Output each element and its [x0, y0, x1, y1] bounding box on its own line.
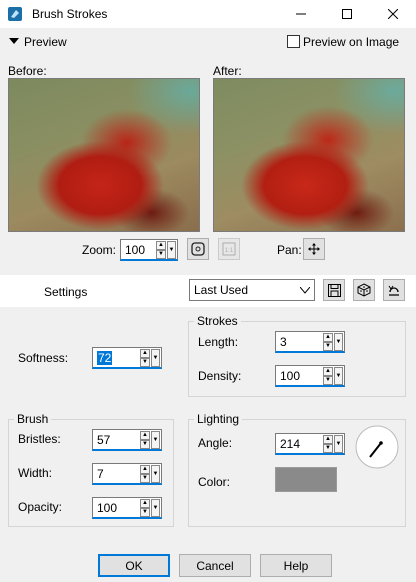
width-label: Width: — [18, 466, 53, 480]
svg-text:1:1: 1:1 — [225, 248, 234, 254]
density-dropdown-icon[interactable]: ▼ — [334, 367, 343, 385]
brush-title: Brush — [14, 412, 52, 426]
zoom-actual-size-icon: 1:1 — [222, 242, 236, 256]
softness-label: Softness: — [18, 351, 69, 365]
preset-dropdown[interactable]: Last Used — [189, 279, 315, 301]
zoom-up-arrow-icon[interactable]: ▲ — [156, 241, 166, 250]
after-label: After: — [213, 64, 242, 78]
maximize-button[interactable] — [324, 0, 370, 28]
length-spinbox[interactable]: 3 ▲ ▼ ▼ — [275, 331, 345, 353]
angle-dropdown-icon[interactable]: ▼ — [334, 435, 343, 453]
opacity-up-arrow-icon[interactable]: ▲ — [140, 499, 150, 508]
bristles-label: Bristles: — [18, 432, 61, 446]
color-label: Color: — [198, 475, 231, 489]
angle-spinbox[interactable]: 214 ▲ ▼ ▼ — [275, 433, 345, 455]
length-up-arrow-icon[interactable]: ▲ — [323, 333, 333, 342]
maximize-icon — [342, 9, 352, 19]
softness-dropdown-icon[interactable]: ▼ — [151, 349, 160, 367]
app-icon — [8, 7, 22, 21]
opacity-dropdown-icon[interactable]: ▼ — [151, 499, 160, 517]
preview-toggle[interactable] — [9, 38, 19, 44]
zoom-fit-button[interactable] — [187, 238, 209, 260]
density-up-arrow-icon[interactable]: ▲ — [323, 367, 333, 376]
collapse-triangle-icon — [9, 38, 19, 44]
bristles-dropdown-icon[interactable]: ▼ — [151, 431, 160, 449]
lighting-title: Lighting — [194, 412, 243, 426]
density-down-arrow-icon[interactable]: ▼ — [323, 376, 333, 385]
length-value[interactable]: 3 — [280, 335, 287, 349]
angle-dial-icon[interactable] — [354, 424, 400, 470]
preview-label[interactable]: Preview — [24, 35, 67, 49]
angle-label: Angle: — [198, 436, 233, 450]
close-icon — [388, 9, 398, 19]
bristles-value[interactable]: 57 — [97, 433, 110, 447]
title-bar: Brush Strokes — [0, 0, 416, 28]
settings-label: Settings — [44, 285, 88, 299]
chevron-down-icon — [300, 287, 310, 294]
width-spinbox[interactable]: 7 ▲ ▼ ▼ — [92, 463, 162, 485]
dice-icon — [357, 283, 371, 297]
window-title: Brush Strokes — [32, 7, 108, 21]
length-down-arrow-icon[interactable]: ▼ — [323, 342, 333, 351]
preview-bar: Preview Preview on Image — [0, 28, 416, 54]
softness-spinbox[interactable]: 72 ▲ ▼ ▼ — [92, 347, 162, 369]
density-label: Density: — [198, 369, 242, 383]
zoom-label: Zoom: — [82, 243, 117, 257]
ok-button[interactable]: OK — [98, 554, 170, 577]
preview-on-image-label[interactable]: Preview on Image — [303, 35, 399, 49]
length-label: Length: — [198, 335, 239, 349]
angle-value[interactable]: 214 — [280, 437, 300, 451]
softness-up-arrow-icon[interactable]: ▲ — [140, 349, 150, 358]
width-up-arrow-icon[interactable]: ▲ — [140, 465, 150, 474]
bristles-up-arrow-icon[interactable]: ▲ — [140, 431, 150, 440]
zoom-value[interactable]: 100 — [125, 243, 145, 257]
softness-value[interactable]: 72 — [97, 351, 113, 365]
zoom-dropdown-icon[interactable]: ▼ — [167, 241, 176, 259]
density-spinbox[interactable]: 100 ▲ ▼ ▼ — [275, 365, 345, 387]
zoom-down-arrow-icon[interactable]: ▼ — [156, 250, 166, 259]
width-down-arrow-icon[interactable]: ▼ — [140, 474, 150, 483]
length-dropdown-icon[interactable]: ▼ — [334, 333, 343, 351]
strokes-title: Strokes — [194, 314, 241, 328]
pan-label: Pan: — [277, 243, 302, 257]
zoom-fit-icon — [191, 242, 205, 256]
randomize-button[interactable] — [353, 279, 375, 301]
angle-up-arrow-icon[interactable]: ▲ — [323, 435, 333, 444]
reset-icon — [388, 285, 399, 296]
width-value[interactable]: 7 — [97, 467, 104, 481]
bristles-spinbox[interactable]: 57 ▲ ▼ ▼ — [92, 429, 162, 451]
pan-button[interactable] — [303, 238, 325, 260]
preset-value: Last Used — [194, 283, 249, 297]
zoom-100-button[interactable]: 1:1 — [218, 238, 240, 260]
after-preview-image[interactable] — [213, 78, 405, 232]
minimize-button[interactable] — [278, 0, 324, 28]
reset-button[interactable] — [383, 279, 405, 301]
softness-down-arrow-icon[interactable]: ▼ — [140, 358, 150, 367]
preview-on-image-checkbox[interactable] — [287, 35, 300, 48]
save-icon — [327, 283, 341, 297]
help-button[interactable]: Help — [260, 554, 332, 577]
close-button[interactable] — [370, 0, 416, 28]
minimize-icon — [296, 13, 306, 15]
move-arrows-icon — [308, 243, 320, 255]
before-preview-image[interactable] — [8, 78, 200, 232]
opacity-spinbox[interactable]: 100 ▲ ▼ ▼ — [92, 497, 162, 519]
opacity-label: Opacity: — [18, 500, 63, 514]
cancel-button[interactable]: Cancel — [179, 554, 251, 577]
width-dropdown-icon[interactable]: ▼ — [151, 465, 160, 483]
opacity-down-arrow-icon[interactable]: ▼ — [140, 508, 150, 517]
bristles-down-arrow-icon[interactable]: ▼ — [140, 440, 150, 449]
zoom-spinbox[interactable]: 100 ▲ ▼ ▼ — [120, 239, 178, 261]
lighting-color-swatch[interactable] — [275, 467, 337, 492]
before-label: Before: — [8, 64, 47, 78]
opacity-value[interactable]: 100 — [97, 501, 117, 515]
save-preset-button[interactable] — [323, 279, 345, 301]
angle-down-arrow-icon[interactable]: ▼ — [323, 444, 333, 453]
density-value[interactable]: 100 — [280, 369, 300, 383]
